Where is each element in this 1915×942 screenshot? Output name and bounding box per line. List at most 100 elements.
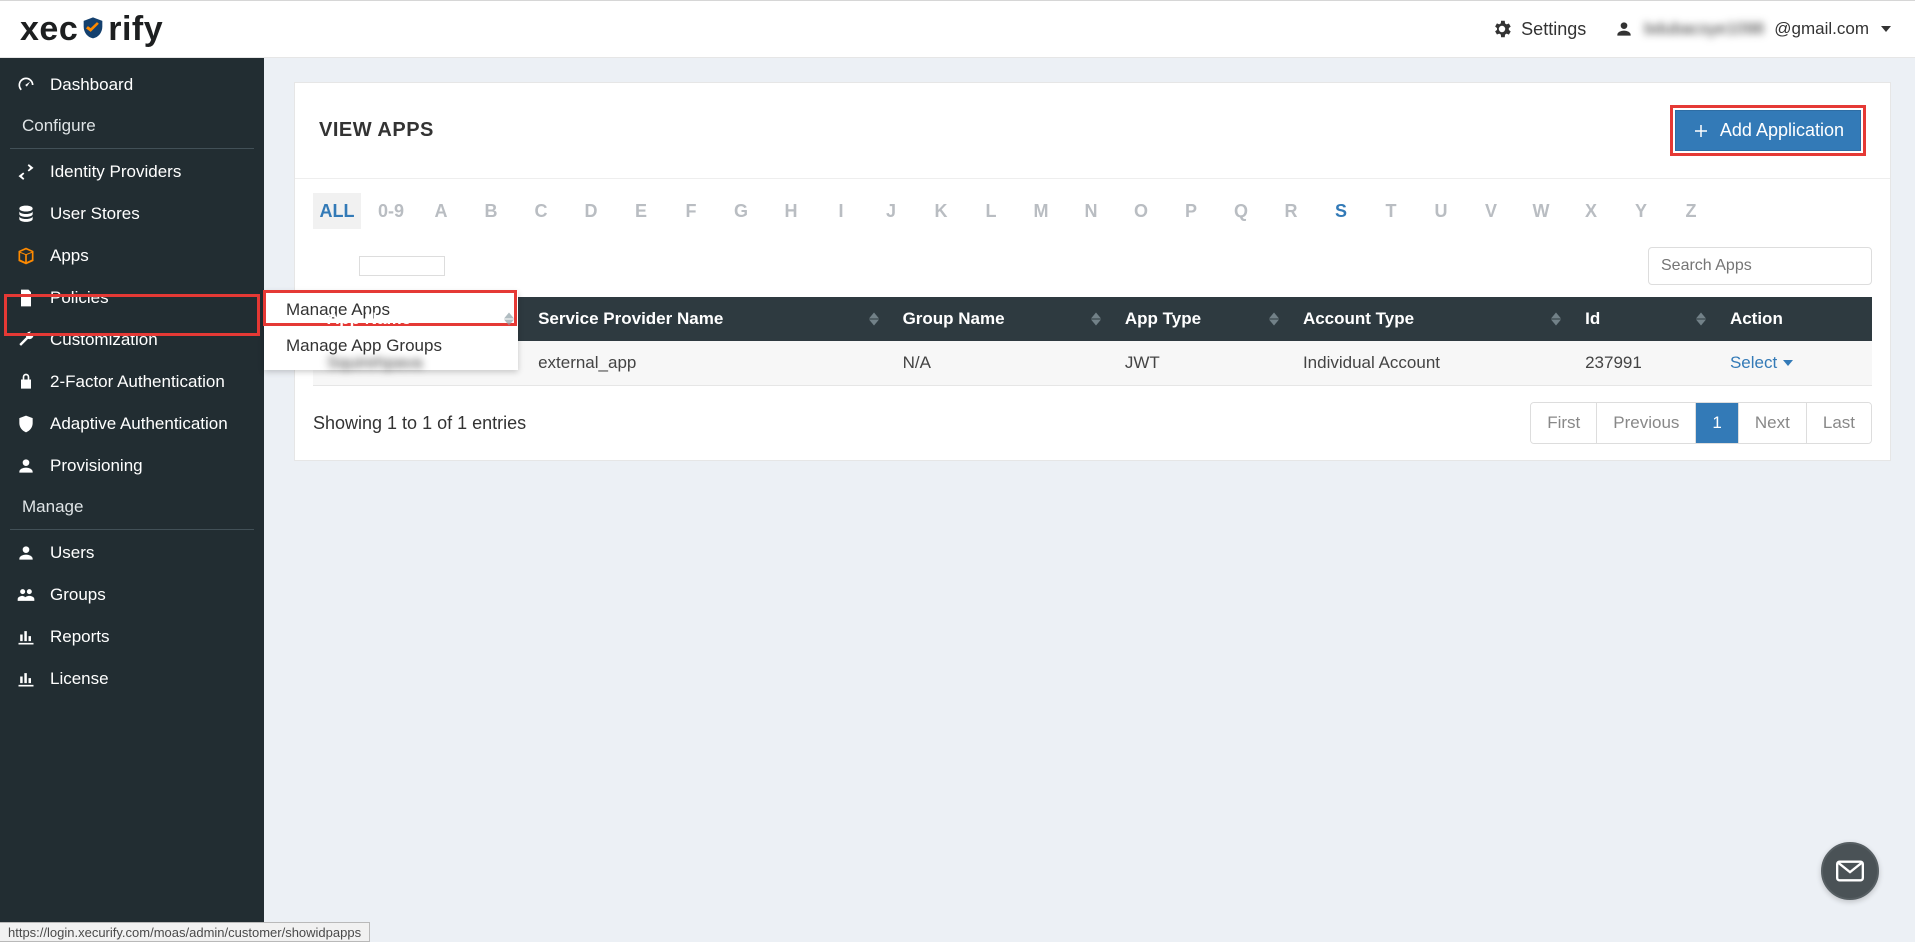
letter-filter-d[interactable]: D (571, 193, 611, 229)
letter-filter-y[interactable]: Y (1621, 193, 1661, 229)
sidebar-item-reports[interactable]: Reports (0, 616, 264, 658)
letter-filter-b[interactable]: B (471, 193, 511, 229)
sidebar-item-adaptive-auth[interactable]: Adaptive Authentication (0, 403, 264, 445)
letter-filter-l[interactable]: L (971, 193, 1011, 229)
logo-text-right: rify (108, 10, 163, 49)
letter-filter-w[interactable]: W (1521, 193, 1561, 229)
letter-filter-z[interactable]: Z (1671, 193, 1711, 229)
sidebar-item-apps[interactable]: Apps (0, 235, 264, 277)
cell-group: N/A (889, 341, 1111, 386)
cell-action: Select (1716, 341, 1872, 386)
column-header[interactable]: Action (1716, 297, 1872, 341)
letter-filter: ALL 0-9 ABCDEFGHIJKLMNOPQRSTUVWXYZ (295, 179, 1890, 241)
letter-filter-e[interactable]: E (621, 193, 661, 229)
row-action-label: Select (1730, 353, 1777, 373)
chart-icon (16, 627, 36, 647)
row-action-select[interactable]: Select (1730, 353, 1793, 373)
sidebar-item-two-factor[interactable]: 2-Factor Authentication (0, 361, 264, 403)
column-header[interactable]: Service Provider Name (524, 297, 889, 341)
sidebar-divider (10, 148, 254, 149)
pager-previous[interactable]: Previous (1597, 403, 1696, 443)
add-application-button[interactable]: Add Application (1675, 110, 1861, 151)
sort-icon (1551, 313, 1561, 326)
letter-filter-t[interactable]: T (1371, 193, 1411, 229)
column-header[interactable]: Group Name (889, 297, 1111, 341)
table-tools (295, 241, 1890, 297)
letter-filter-n[interactable]: N (1071, 193, 1111, 229)
sidebar-item-dashboard[interactable]: Dashboard (0, 64, 264, 106)
user-email-suffix: @gmail.com (1774, 19, 1869, 39)
mail-icon (1836, 860, 1864, 882)
letter-filter-a[interactable]: A (421, 193, 461, 229)
status-bar-url: https://login.xecurify.com/moas/admin/cu… (8, 925, 361, 940)
letter-filter-u[interactable]: U (1421, 193, 1461, 229)
letter-filter-f[interactable]: F (671, 193, 711, 229)
letter-filter-x[interactable]: X (1571, 193, 1611, 229)
sidebar-item-label: 2-Factor Authentication (50, 372, 225, 392)
logo-text-left: xec (20, 10, 78, 49)
sidebar-item-user-stores[interactable]: User Stores (0, 193, 264, 235)
sidebar-item-provisioning[interactable]: Provisioning (0, 445, 264, 487)
letter-filter-i[interactable]: I (821, 193, 861, 229)
column-header[interactable]: App Name (313, 297, 524, 341)
pager-first[interactable]: First (1531, 403, 1597, 443)
caret-down-icon (1881, 26, 1891, 32)
letter-filter-o[interactable]: O (1121, 193, 1161, 229)
letter-filter-s[interactable]: S (1321, 193, 1361, 229)
letter-filter-g[interactable]: G (721, 193, 761, 229)
letter-filter-q[interactable]: Q (1221, 193, 1261, 229)
plus-icon (1692, 122, 1710, 140)
sidebar-item-identity-providers[interactable]: Identity Providers (0, 151, 264, 193)
letter-filter-j[interactable]: J (871, 193, 911, 229)
status-bar: https://login.xecurify.com/moas/admin/cu… (0, 922, 370, 942)
letter-filter-p[interactable]: P (1171, 193, 1211, 229)
sort-icon (504, 313, 514, 326)
sidebar-item-license[interactable]: License (0, 658, 264, 700)
support-mail-button[interactable] (1821, 842, 1879, 900)
search-input[interactable] (1648, 247, 1872, 285)
doc-icon (16, 288, 36, 308)
sort-icon (1091, 313, 1101, 326)
sidebar: Dashboard Configure Identity Providers U… (0, 58, 264, 922)
letter-filter-r[interactable]: R (1271, 193, 1311, 229)
letter-filter-c[interactable]: C (521, 193, 561, 229)
sort-icon (1696, 313, 1706, 326)
letter-filter-all[interactable]: ALL (313, 193, 361, 229)
table-length-select[interactable] (359, 256, 445, 276)
letter-filter-0-9[interactable]: 0-9 (371, 193, 411, 229)
letter-filter-v[interactable]: V (1471, 193, 1511, 229)
wrench-icon (16, 330, 36, 350)
gear-icon (1491, 18, 1513, 40)
user-menu[interactable]: bdubacsye1098 @gmail.com (1614, 19, 1891, 39)
gauge-icon (16, 75, 36, 95)
pager: First Previous 1 Next Last (1530, 402, 1872, 444)
letter-filter-k[interactable]: K (921, 193, 961, 229)
letter-filter-h[interactable]: H (771, 193, 811, 229)
sidebar-item-policies[interactable]: Policies (0, 277, 264, 319)
box-icon (16, 246, 36, 266)
table-header-row: App NameService Provider NameGroup NameA… (313, 297, 1872, 341)
table-footer: Showing 1 to 1 of 1 entries First Previo… (295, 386, 1890, 460)
sidebar-item-users[interactable]: Users (0, 532, 264, 574)
pager-last[interactable]: Last (1807, 403, 1871, 443)
shield-icon (16, 414, 36, 434)
cell-app-type: JWT (1111, 341, 1289, 386)
letter-filter-m[interactable]: M (1021, 193, 1061, 229)
main-content: VIEW APPS Add Application ALL0-9ABCDEFGH… (264, 58, 1915, 922)
caret-down-icon (1783, 360, 1793, 366)
column-header[interactable]: Account Type (1289, 297, 1571, 341)
column-header[interactable]: Id (1571, 297, 1716, 341)
sidebar-item-label: Policies (50, 288, 109, 308)
person-icon (1614, 19, 1634, 39)
settings-link[interactable]: Settings (1491, 18, 1586, 40)
column-header[interactable]: App Type (1111, 297, 1289, 341)
pager-page-1[interactable]: 1 (1696, 403, 1738, 443)
sidebar-item-groups[interactable]: Groups (0, 574, 264, 616)
sidebar-item-customization[interactable]: Customization (0, 319, 264, 361)
sidebar-section-manage: Manage (0, 487, 264, 527)
pager-next[interactable]: Next (1739, 403, 1807, 443)
cell-id: 237991 (1571, 341, 1716, 386)
sort-icon (1269, 313, 1279, 326)
settings-label: Settings (1521, 19, 1586, 40)
app-header: xec rify Settings bdubacsye1098 @gmail.c… (0, 0, 1915, 58)
